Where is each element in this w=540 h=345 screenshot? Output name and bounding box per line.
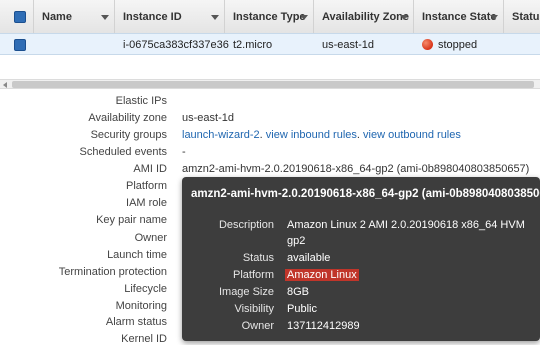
detail-security-groups: Security groups launch-wizard-2. view in… xyxy=(0,127,540,144)
table-row[interactable]: i-0675ca383cf337e36 t2.micro us-east-1d … xyxy=(0,33,540,55)
stopped-status-icon xyxy=(422,39,433,50)
detail-label: Availability zone xyxy=(88,112,167,124)
detail-label: Scheduled events xyxy=(79,146,167,158)
popover-value: 8GB xyxy=(287,286,310,298)
column-header-status-label: Status xyxy=(512,11,540,23)
column-header-availability-zone[interactable]: Availability Zone xyxy=(314,0,414,34)
popover-value: Amazon Linux 2 AMI 2.0.20190618 x86_64 H… xyxy=(287,219,525,231)
row-instance-id: i-0675ca383cf337e36 xyxy=(123,39,229,51)
popover-row-description: Description Amazon Linux 2 AMI 2.0.20190… xyxy=(182,217,540,234)
detail-value: launch-wizard-2. view inbound rules. vie… xyxy=(182,127,461,144)
scroll-left-icon[interactable] xyxy=(3,82,7,88)
detail-label: Launch time xyxy=(107,249,167,261)
detail-ami-id: AMI ID amzn2-ami-hvm-2.0.20190618-x86_64… xyxy=(0,161,540,178)
popover-label: Image Size xyxy=(218,286,274,298)
detail-label: Key pair name xyxy=(96,214,167,226)
detail-label: IAM role xyxy=(126,197,167,209)
popover-value: available xyxy=(287,252,331,264)
detail-label: Elastic IPs xyxy=(115,95,167,107)
column-header-instance-state-label: Instance State xyxy=(422,11,497,23)
popover-label: Status xyxy=(242,252,274,264)
row-select-checkbox[interactable] xyxy=(14,39,26,51)
popover-label: Platform xyxy=(233,269,274,281)
detail-label: Monitoring xyxy=(115,300,167,312)
popover-row-visibility: Visibility Public xyxy=(182,301,540,318)
column-header-name[interactable]: Name xyxy=(34,0,115,34)
column-header-instance-type-label: Instance Type xyxy=(233,11,306,23)
detail-scheduled-events: Scheduled events - xyxy=(0,144,540,161)
view-outbound-rules-link[interactable]: view outbound rules xyxy=(363,129,461,141)
ami-details-popover: amzn2-ami-hvm-2.0.20190618-x86_64-gp2 (a… xyxy=(182,177,540,341)
row-instance-type: t2.micro xyxy=(233,39,273,51)
column-header-status[interactable]: Status xyxy=(504,0,540,34)
popover-row-platform: Platform Amazon Linux xyxy=(182,267,540,284)
row-availability-zone: us-east-1d xyxy=(322,39,374,51)
detail-label: AMI ID xyxy=(133,163,167,175)
popover-label: Owner xyxy=(241,320,274,332)
sort-chevron-icon[interactable] xyxy=(490,15,498,20)
detail-label: Termination protection xyxy=(58,266,167,278)
ami-id-link[interactable]: amzn2-ami-hvm-2.0.20190618-x86_64-gp2 (a… xyxy=(182,161,529,178)
detail-label: Platform xyxy=(126,180,167,192)
column-header-instance-type[interactable]: Instance Type xyxy=(225,0,314,34)
detail-value: - xyxy=(182,146,186,158)
detail-label: Security groups xyxy=(90,129,167,141)
popover-title: amzn2-ami-hvm-2.0.20190618-x86_64-gp2 (a… xyxy=(191,188,540,200)
sort-chevron-icon[interactable] xyxy=(400,15,408,20)
select-all-column[interactable] xyxy=(0,0,34,34)
sort-chevron-icon[interactable] xyxy=(101,15,109,20)
detail-label: Lifecycle xyxy=(124,283,167,295)
column-header-availability-zone-label: Availability Zone xyxy=(322,11,410,23)
detail-label: Kernel ID xyxy=(121,333,167,345)
popover-row-status: Status available xyxy=(182,250,540,267)
popover-value: gp2 xyxy=(287,235,306,247)
horizontal-scrollbar[interactable] xyxy=(0,79,540,89)
popover-label: Description xyxy=(218,219,274,231)
platform-highlight: Amazon Linux xyxy=(285,269,359,281)
scrollbar-thumb[interactable] xyxy=(12,81,534,88)
detail-label: Owner xyxy=(134,232,167,244)
detail-elastic-ips: Elastic IPs xyxy=(0,93,540,110)
security-group-link[interactable]: launch-wizard-2 xyxy=(182,129,260,141)
popover-row-description-cont: gp2 xyxy=(182,233,540,250)
popover-label: Visibility xyxy=(234,303,274,315)
popover-value-highlighted: Amazon Linux xyxy=(285,267,359,284)
detail-label: Alarm status xyxy=(105,316,167,328)
column-header-instance-id-label: Instance ID xyxy=(123,11,182,23)
view-inbound-rules-link[interactable]: view inbound rules xyxy=(266,129,357,141)
column-header-instance-id[interactable]: Instance ID xyxy=(115,0,225,34)
popover-value: Public xyxy=(287,303,317,315)
column-header-instance-state[interactable]: Instance State xyxy=(414,0,504,34)
select-all-checkbox[interactable] xyxy=(14,11,26,23)
sort-chevron-icon[interactable] xyxy=(211,15,219,20)
popover-row-owner: Owner 137112412989 xyxy=(182,318,540,335)
popover-value: 137112412989 xyxy=(287,320,360,332)
detail-availability-zone: Availability zone us-east-1d xyxy=(0,110,540,127)
column-header-name-label: Name xyxy=(42,11,72,23)
instances-table-header: Name Instance ID Instance Type Availabil… xyxy=(0,0,540,34)
popover-row-image-size: Image Size 8GB xyxy=(182,284,540,301)
sort-chevron-icon[interactable] xyxy=(300,15,308,20)
row-instance-state: stopped xyxy=(438,39,478,51)
detail-value: us-east-1d xyxy=(182,112,234,124)
